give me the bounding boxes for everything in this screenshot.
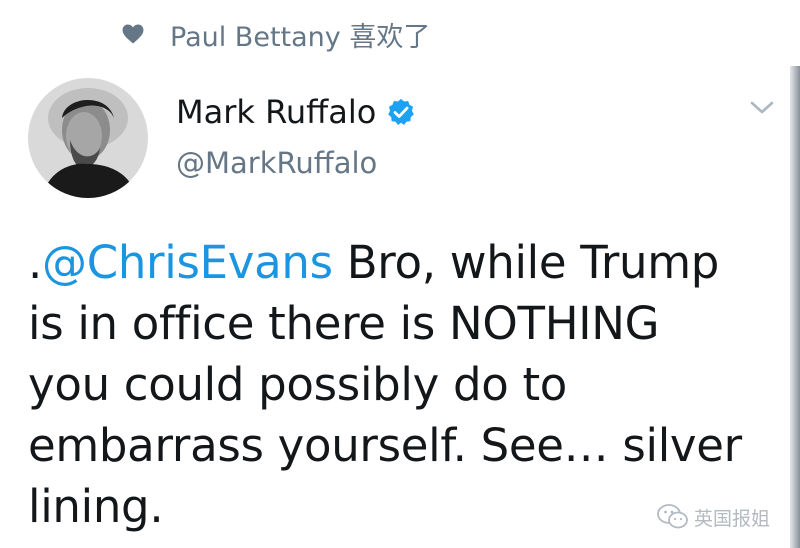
chevron-down-icon[interactable] xyxy=(748,96,776,118)
verified-badge-icon xyxy=(386,97,416,127)
wechat-icon xyxy=(656,503,690,531)
avatar[interactable] xyxy=(28,78,148,198)
author-name-row[interactable]: Mark Ruffalo xyxy=(176,90,416,134)
tweet-line: .@ChrisEvans Bro, while Trump xyxy=(28,232,784,293)
tweet-line: embarrass yourself. See… silver xyxy=(28,419,742,472)
tweet-line: you could possibly do to xyxy=(28,358,568,411)
tweet-line: is in office there is NOTHING xyxy=(28,297,660,350)
tweet-text: .@ChrisEvans Bro, while Trump is in offi… xyxy=(28,232,784,537)
heart-icon xyxy=(122,24,144,44)
tweet-text-segment: Bro, while Trump xyxy=(332,236,720,289)
tweet-text-prefix: . xyxy=(28,236,43,289)
liked-by-text[interactable]: Paul Bettany 喜欢了 xyxy=(170,15,430,54)
author-display-name[interactable]: Mark Ruffalo xyxy=(176,93,376,131)
panel-edge-shadow xyxy=(790,66,800,548)
mention-link[interactable]: @ChrisEvans xyxy=(42,236,333,289)
liked-by-header: Paul Bettany 喜欢了 xyxy=(122,14,430,54)
watermark: 英国报姐 xyxy=(656,500,770,534)
tweet-screenshot: { "liked_by": { "icon": "heart-icon", "t… xyxy=(0,0,800,548)
watermark-text: 英国报姐 xyxy=(694,507,771,530)
author-handle[interactable]: @MarkRuffalo xyxy=(176,146,377,180)
